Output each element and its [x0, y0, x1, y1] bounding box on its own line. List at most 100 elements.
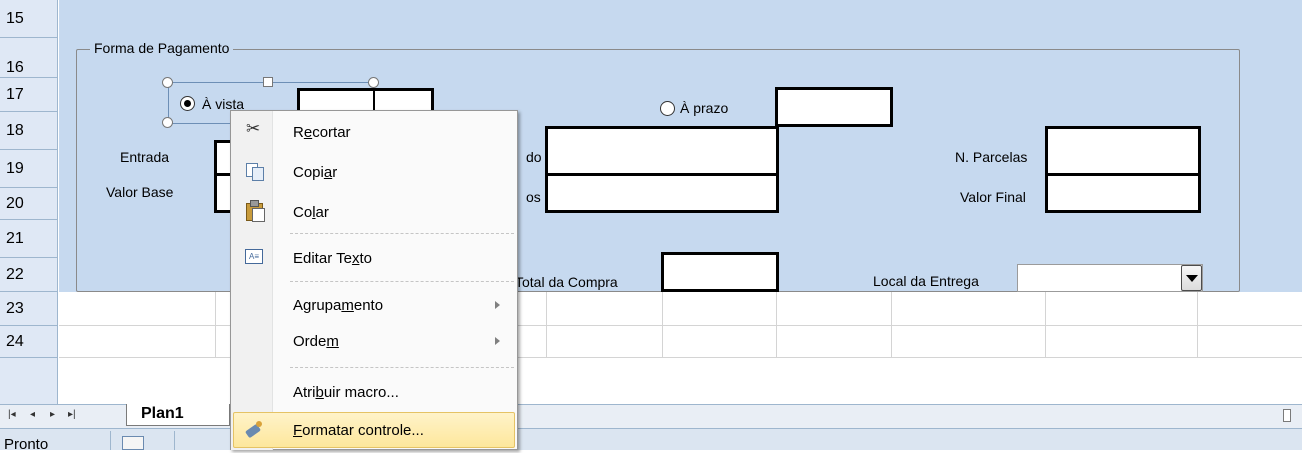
- row-header-21[interactable]: 21: [0, 220, 58, 258]
- row-number: 22: [6, 265, 24, 283]
- menu-text: Editar Te: [293, 249, 352, 267]
- row-header-18[interactable]: 18: [0, 112, 58, 150]
- row-header-22[interactable]: 22: [0, 258, 58, 292]
- menu-separator: [290, 367, 514, 368]
- row-header-19[interactable]: 19: [0, 150, 58, 188]
- menu-accel: x: [351, 249, 360, 267]
- tab-first-icon[interactable]: |◂: [8, 409, 16, 420]
- menu-item-atribuir-macro[interactable]: Atri b uir macro...: [231, 378, 517, 406]
- local-entrega-combobox[interactable]: [1017, 264, 1203, 292]
- gridline: [1197, 292, 1198, 358]
- row-number: 21: [6, 229, 24, 247]
- menu-text: Copi: [293, 163, 324, 181]
- entrada-mid-box[interactable]: [545, 126, 779, 176]
- combobox-dropdown-button[interactable]: [1181, 265, 1202, 291]
- sheet-tab-plan1[interactable]: Plan1: [126, 404, 230, 426]
- paste-icon: [245, 200, 265, 222]
- menu-text: Agrupa: [293, 296, 342, 314]
- menu-item-ordem[interactable]: Orde m: [231, 327, 517, 355]
- menu-item-formatar-controle[interactable]: Formatar controle...: [231, 416, 517, 444]
- chevron-down-icon: [1185, 274, 1198, 282]
- gridline: [546, 292, 547, 358]
- macro-record-icon[interactable]: [122, 436, 144, 450]
- menu-separator: [290, 233, 514, 234]
- menu-accel: e: [303, 123, 313, 141]
- menu-text: Co: [293, 203, 313, 221]
- menu-item-editar-texto[interactable]: Editar Te x to: [231, 244, 517, 272]
- row-header-15[interactable]: 15: [0, 0, 58, 38]
- label-partial-os: os: [526, 189, 541, 205]
- status-text: Pronto: [4, 436, 49, 453]
- copy-icon: [246, 163, 264, 181]
- label-valor-final: Valor Final: [960, 189, 1026, 205]
- n-parcelas-box[interactable]: [1045, 126, 1201, 176]
- text-box-icon: A≡: [245, 249, 263, 264]
- row-header-23[interactable]: 23: [0, 292, 58, 326]
- menu-text: Atri: [293, 383, 316, 401]
- row-number: 18: [6, 121, 24, 139]
- submenu-arrow-icon: [495, 337, 500, 345]
- radio-aprazo-label: À prazo: [680, 100, 729, 116]
- selection-handle[interactable]: [162, 77, 173, 88]
- row-header-16[interactable]: 16: [0, 58, 58, 78]
- gridline: [662, 292, 663, 358]
- row-header-24[interactable]: 24: [0, 326, 58, 358]
- radio-avista[interactable]: [180, 96, 195, 111]
- row-number: 19: [6, 159, 24, 177]
- format-control-icon: [244, 419, 264, 439]
- menu-text: cortar: [312, 123, 351, 141]
- selection-handle[interactable]: [162, 117, 173, 128]
- hscroll-split-handle[interactable]: [1283, 409, 1291, 422]
- status-separator: [174, 431, 175, 450]
- row-header-16b: [0, 38, 58, 58]
- row-header-20[interactable]: 20: [0, 188, 58, 220]
- menu-text: ormatar controle...: [302, 421, 424, 439]
- menu-item-agrupamento[interactable]: Agrupa m ento: [231, 291, 517, 319]
- label-valor-base: Valor Base: [106, 184, 174, 200]
- gridline: [1045, 292, 1046, 358]
- menu-text: ento: [353, 296, 384, 314]
- label-partial-do: do: [526, 149, 542, 165]
- menu-text: ar: [315, 203, 329, 221]
- valor-final-box[interactable]: [1045, 173, 1201, 213]
- tab-next-icon[interactable]: ▸: [50, 409, 55, 420]
- gridline: [891, 292, 892, 358]
- selection-handle[interactable]: [368, 77, 379, 88]
- menu-item-copiar[interactable]: Copi a r: [231, 158, 517, 186]
- label-local-entrega: Local da Entrega: [873, 273, 979, 289]
- aprazo-box[interactable]: [775, 87, 893, 127]
- group-box-title: Forma de Pagamento: [90, 40, 234, 56]
- row-number: 15: [6, 9, 24, 27]
- tab-prev-icon[interactable]: ◂: [30, 409, 35, 420]
- label-n-parcelas: N. Parcelas: [955, 149, 1028, 165]
- scissors-icon: ✂: [246, 119, 261, 138]
- status-separator: [110, 431, 111, 450]
- menu-text: r: [332, 163, 338, 181]
- gridline: [776, 292, 777, 358]
- selection-handle[interactable]: [263, 77, 273, 87]
- row-number: 24: [6, 332, 24, 350]
- radio-aprazo[interactable]: [660, 101, 675, 116]
- label-total-compra: Total da Compra: [515, 274, 618, 290]
- menu-accel: F: [293, 421, 303, 439]
- total-compra-box[interactable]: [661, 252, 779, 292]
- row-number: 20: [6, 194, 24, 212]
- menu-item-recortar[interactable]: Re cortar: [231, 118, 517, 146]
- menu-accel: m: [341, 296, 354, 314]
- menu-text: R: [293, 123, 304, 141]
- tab-last-icon[interactable]: ▸|: [68, 409, 76, 420]
- status-bar: [0, 428, 1302, 450]
- menu-text: uir macro...: [323, 383, 399, 401]
- sheet-tab-label: Plan1: [141, 405, 184, 422]
- label-entrada: Entrada: [120, 149, 170, 165]
- row-number: 16: [6, 58, 24, 76]
- gridline: [215, 292, 216, 358]
- menu-accel: m: [326, 332, 339, 350]
- menu-accel: b: [315, 383, 324, 401]
- row-header-17[interactable]: 17: [0, 78, 58, 112]
- menu-text: Orde: [293, 332, 327, 350]
- menu-accel: a: [323, 163, 333, 181]
- row-number: 23: [6, 299, 24, 317]
- menu-item-colar[interactable]: Co l ar: [231, 198, 517, 226]
- valor-base-mid-box[interactable]: [545, 173, 779, 213]
